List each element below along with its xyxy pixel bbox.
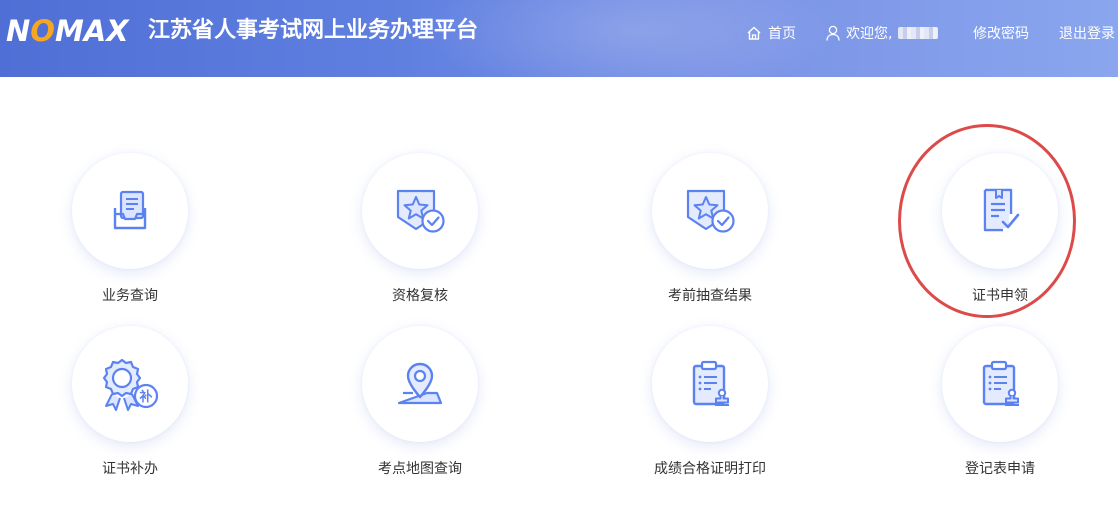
tile-label: 成绩合格证明打印 (654, 461, 766, 477)
change-password-label: 修改密码 (973, 26, 1029, 42)
welcome-label: 欢迎您, (846, 26, 893, 42)
tile-qualification-review[interactable]: 资格复核 (340, 153, 500, 323)
nomax-logo[interactable]: NOMAX (6, 14, 129, 48)
tile-icon-circle (362, 153, 478, 269)
award-seal-supplement-icon: 补 (102, 358, 159, 411)
blurred-username (898, 27, 939, 39)
tile-label: 登记表申请 (965, 461, 1035, 477)
inbox-tray-icon (113, 190, 147, 230)
user-icon (826, 25, 840, 41)
clipboard-stamp-icon (982, 360, 1019, 406)
tile-icon-circle: 补 (72, 326, 188, 442)
svg-text:补: 补 (138, 389, 152, 405)
top-header: NOMAX 江苏省人事考试网上业务办理平台 首页 欢迎您, 修改密码 退出登录 (0, 0, 1118, 77)
tile-icon-circle (652, 153, 768, 269)
logout-label: 退出登录 (1059, 26, 1115, 42)
tile-score-certificate-print[interactable]: 成绩合格证明打印 (630, 326, 790, 496)
tile-label: 业务查询 (102, 288, 158, 304)
tile-label: 证书补办 (102, 461, 158, 477)
tile-icon-circle (72, 153, 188, 269)
nav-logout[interactable]: 退出登录 (1059, 22, 1115, 44)
site-title: 江苏省人事考试网上业务办理平台 (148, 18, 479, 43)
nav-home-label: 首页 (768, 26, 796, 42)
tile-registration-form-apply[interactable]: 登记表申请 (920, 326, 1080, 496)
tile-label: 考点地图查询 (378, 461, 462, 477)
tile-icon-circle (942, 326, 1058, 442)
tile-pre-exam-check[interactable]: 考前抽查结果 (630, 153, 790, 323)
home-icon (747, 26, 761, 40)
tile-label: 考前抽查结果 (668, 288, 752, 304)
nav-change-password[interactable]: 修改密码 (973, 22, 1029, 44)
star-badge-check-icon (686, 189, 735, 233)
tile-icon-circle (652, 326, 768, 442)
tile-certificate-reissue[interactable]: 补 证书补办 (50, 326, 210, 496)
nav-home[interactable]: 首页 (746, 22, 796, 44)
tile-business-query[interactable]: 业务查询 (50, 153, 210, 323)
tile-exam-site-map[interactable]: 考点地图查询 (340, 326, 500, 496)
tile-icon-circle (362, 326, 478, 442)
red-annotation-circle (898, 124, 1076, 318)
star-badge-check-icon (396, 189, 445, 233)
map-pin-icon (397, 362, 443, 405)
tile-label: 资格复核 (392, 288, 448, 304)
nav-user-welcome: 欢迎您, (826, 22, 939, 44)
clipboard-stamp-icon (692, 360, 729, 406)
